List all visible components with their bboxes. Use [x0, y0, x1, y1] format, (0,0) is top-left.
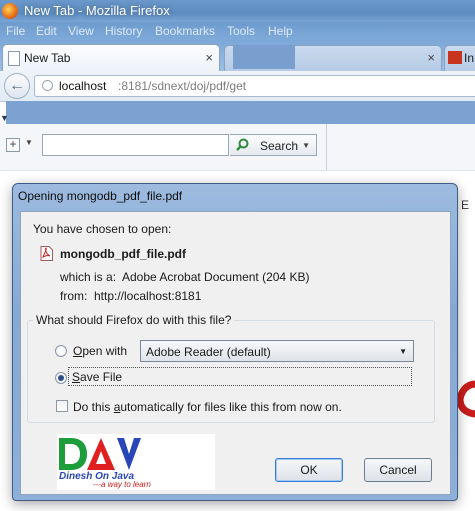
pdf-file-icon [40, 246, 53, 261]
dinesh-on-java-logo: Dinesh On Java ---a way to learn [57, 434, 215, 490]
add-icon[interactable]: + [6, 138, 20, 152]
menu-edit[interactable]: Edit [36, 24, 57, 38]
menu-file[interactable]: File [6, 24, 25, 38]
cancel-button[interactable]: Cancel [364, 458, 432, 482]
tab-second[interactable]: × [224, 45, 442, 71]
action-question: What should Firefox do with this file? [33, 313, 235, 327]
chevron-down-icon[interactable]: ▼ [0, 113, 9, 123]
save-file-rest: ave File [80, 370, 123, 384]
tab-third[interactable]: In [444, 45, 475, 71]
gmail-favicon-icon [448, 51, 462, 64]
auto-action-checkbox[interactable] [56, 400, 68, 412]
file-type-label: which is a: [60, 270, 117, 284]
back-arrow-icon[interactable]: ← [4, 73, 30, 99]
background-logo-icon [458, 380, 475, 418]
menu-bookmarks[interactable]: Bookmarks [155, 24, 215, 38]
globe-icon [42, 80, 53, 91]
search-input[interactable] [42, 134, 229, 156]
url-path: :8181/sdnext/doj/pdf/get [118, 79, 247, 93]
page-icon [8, 51, 20, 66]
firefox-logo-icon [2, 3, 18, 19]
tab-label: In [464, 51, 475, 65]
chosen-text: You have chosen to open: [33, 222, 172, 236]
tab-new-tab[interactable]: New Tab × [2, 44, 220, 71]
search-icon [236, 138, 249, 151]
bookmarks-toolbar [6, 101, 475, 124]
auto-label-pre: Do this [73, 400, 114, 414]
toolbar-separator [326, 124, 327, 170]
open-with-select[interactable]: Adobe Reader (default) ▼ [140, 340, 414, 362]
dialog-title: Opening mongodb_pdf_file.pdf [18, 189, 183, 203]
ok-button[interactable]: OK [275, 458, 343, 482]
auto-label-post: utomatically for files like this from no… [120, 400, 342, 414]
menu-view[interactable]: View [68, 24, 94, 38]
menu-help[interactable]: Help [268, 24, 293, 38]
logo-tagline: ---a way to learn [93, 480, 151, 489]
search-button-label: Search [260, 139, 299, 153]
save-file-radio[interactable] [55, 372, 67, 384]
close-tab-icon[interactable]: × [427, 50, 435, 65]
file-source-label: from: [60, 289, 88, 303]
tab-label: New Tab [24, 51, 71, 65]
auto-action-label[interactable]: Do this automatically for files like thi… [73, 400, 342, 414]
save-file-mnemonic: S [72, 370, 81, 384]
file-type-value: Adobe Acrobat Document (204 KB) [122, 270, 310, 284]
search-button[interactable]: Search ▼ [230, 134, 317, 156]
open-with-mnemonic: O [73, 344, 83, 358]
open-with-label[interactable]: Open with [73, 344, 127, 358]
redacted-tab-label [233, 45, 295, 69]
file-name: mongodb_pdf_file.pdf [60, 247, 186, 261]
dropdown-arrow-icon: ▼ [302, 141, 310, 150]
dropdown-arrow-icon[interactable]: ▼ [25, 138, 33, 147]
chevron-down-icon: ▼ [399, 347, 407, 356]
open-with-rest: pen with [82, 344, 128, 358]
save-file-label[interactable]: Save File [72, 370, 122, 384]
open-with-radio[interactable] [55, 345, 67, 357]
open-with-app: Adobe Reader (default) [146, 345, 271, 359]
menu-tools[interactable]: Tools [227, 24, 255, 38]
file-source-value: http://localhost:8181 [94, 289, 202, 303]
background-page-text: E [461, 198, 470, 212]
menu-history[interactable]: History [105, 24, 142, 38]
url-host: localhost [59, 79, 107, 93]
window-title: New Tab - Mozilla Firefox [24, 3, 170, 18]
close-tab-icon[interactable]: × [205, 50, 213, 65]
